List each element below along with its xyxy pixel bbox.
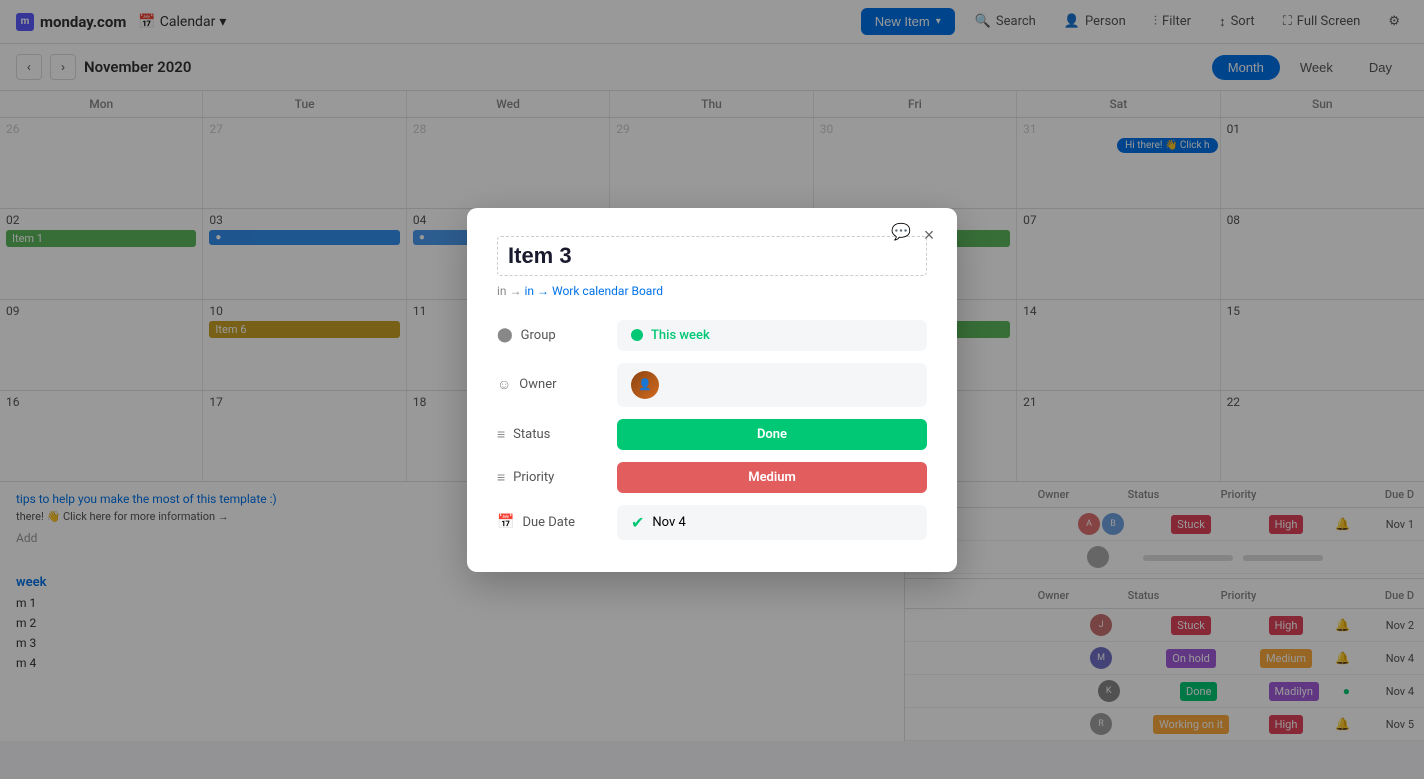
due-date-field: 📅 Due Date ✔ Nov 4 xyxy=(497,505,927,540)
comment-button[interactable]: 💬 xyxy=(891,222,911,242)
priority-value[interactable]: Medium xyxy=(617,462,927,493)
due-date-value[interactable]: ✔ Nov 4 xyxy=(617,505,927,540)
status-value-text: Done xyxy=(757,427,787,442)
person-icon: ☺ xyxy=(497,376,511,393)
modal-fields: ⬤ Group This week ☺ Owner 👤 xyxy=(497,320,927,540)
calendar-icon: 📅 xyxy=(497,514,514,530)
priority-icon: ≡ xyxy=(497,469,505,486)
group-icon: ⬤ xyxy=(497,327,513,343)
item-title-input[interactable] xyxy=(497,236,927,276)
priority-field: ≡ Priority Medium xyxy=(497,462,927,493)
avatar: 👤 xyxy=(631,371,659,399)
priority-label: Priority xyxy=(513,470,554,485)
status-label: Status xyxy=(513,427,550,442)
group-value[interactable]: This week xyxy=(617,320,927,351)
group-field: ⬤ Group This week xyxy=(497,320,927,351)
owner-value[interactable]: 👤 xyxy=(617,363,927,407)
group-dot-icon xyxy=(631,329,643,341)
priority-value-text: Medium xyxy=(748,470,796,485)
status-icon: ≡ xyxy=(497,426,505,443)
group-value-text: This week xyxy=(651,328,710,343)
close-button[interactable]: × xyxy=(915,222,943,250)
modal-overlay: 💬 × in → in → Work calendar Board ⬤ Grou… xyxy=(0,0,1424,779)
item-modal: 💬 × in → in → Work calendar Board ⬤ Grou… xyxy=(467,208,957,572)
due-date-value-text: Nov 4 xyxy=(652,515,685,530)
breadcrumb-link[interactable]: in → Work calendar Board xyxy=(525,284,664,298)
status-value[interactable]: Done xyxy=(617,419,927,450)
owner-label: Owner xyxy=(519,377,556,392)
group-label: Group xyxy=(521,328,556,343)
owner-field: ☺ Owner 👤 xyxy=(497,363,927,407)
status-field: ≡ Status Done xyxy=(497,419,927,450)
breadcrumb: in → in → Work calendar Board xyxy=(497,284,927,298)
due-date-label: Due Date xyxy=(522,515,575,530)
check-icon: ✔ xyxy=(631,513,644,532)
